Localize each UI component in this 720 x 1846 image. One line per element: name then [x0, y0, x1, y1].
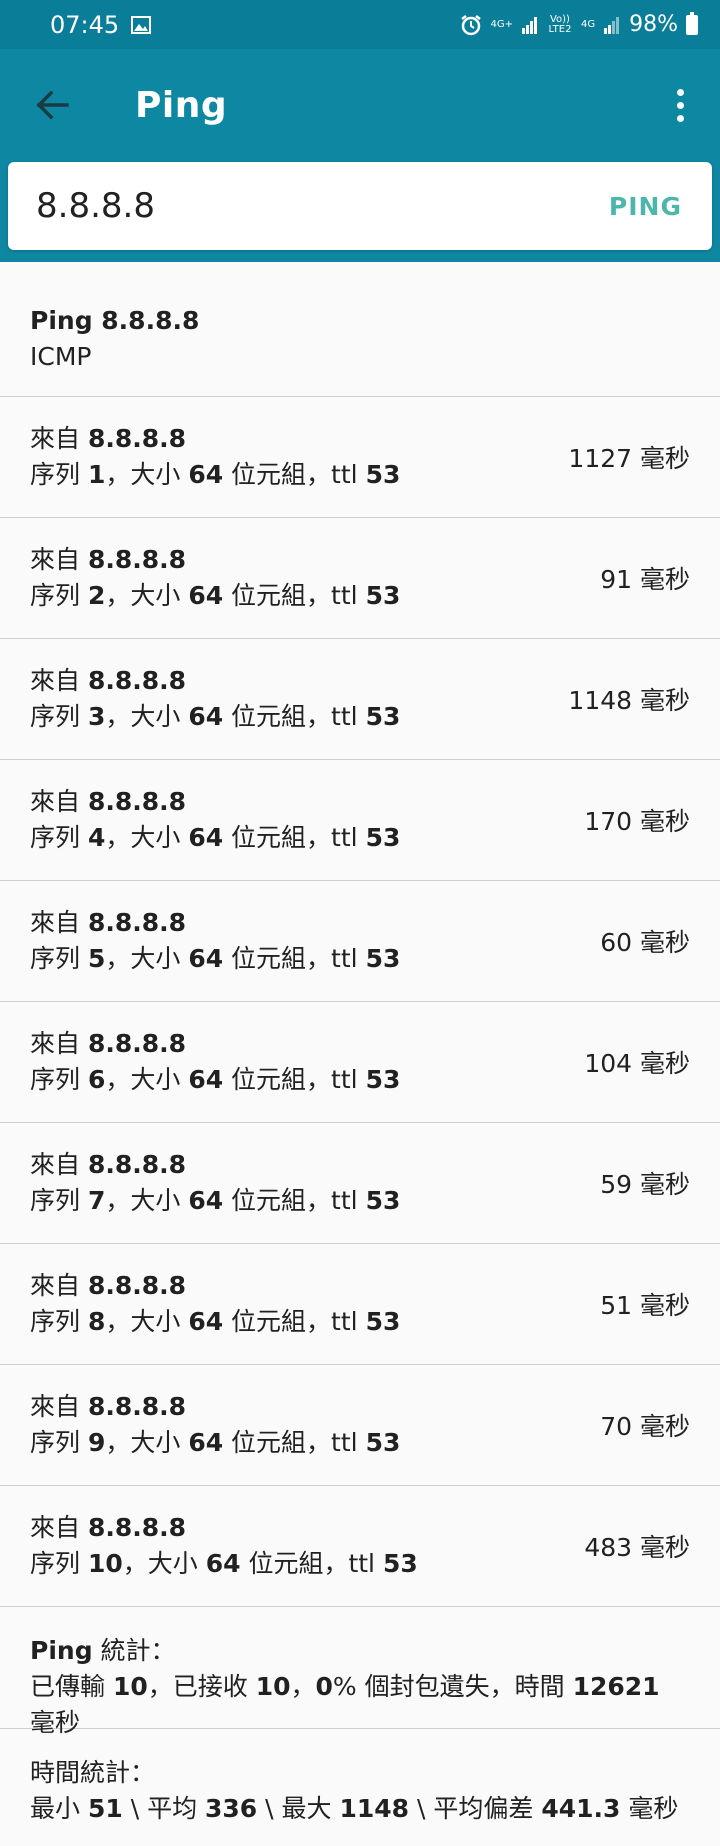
reply-info: 來自 8.8.8.8 序列 7，大小 64 位元組，ttl 53	[30, 1147, 600, 1219]
ping-stats-summary: 已傳輸 10，已接收 10，0% 個封包遺失，時間 12621 毫秒	[30, 1672, 660, 1737]
reply-time: 59 毫秒	[600, 1170, 690, 1199]
reply-details: 序列 9，大小 64 位元組，ttl 53	[30, 1428, 401, 1457]
time-stats-summary: 最小 51 \ 平均 336 \ 最大 1148 \ 平均偏差 441.3 毫秒	[30, 1794, 679, 1823]
reply-row: 來自 8.8.8.8 序列 10，大小 64 位元組，ttl 53 483 毫秒	[0, 1486, 720, 1607]
network-type-label-2: 4G	[580, 18, 596, 30]
reply-rows: 來自 8.8.8.8 序列 1，大小 64 位元組，ttl 53 1127 毫秒 來自…	[0, 397, 720, 1607]
ping-header: Ping 8.8.8.8 ICMP	[0, 262, 720, 397]
reply-details: 序列 2，大小 64 位元組，ttl 53	[30, 581, 401, 610]
reply-info: 來自 8.8.8.8 序列 6，大小 64 位元組，ttl 53	[30, 1026, 584, 1098]
page-title: Ping	[135, 84, 228, 126]
search-card: PING	[8, 162, 712, 250]
reply-source: 來自 8.8.8.8	[30, 545, 187, 574]
host-input[interactable]	[36, 186, 609, 226]
reply-source: 來自 8.8.8.8	[30, 1392, 187, 1421]
reply-info: 來自 8.8.8.8 序列 1，大小 64 位元組，ttl 53	[30, 421, 568, 493]
battery-icon	[686, 11, 698, 35]
more-vert-icon[interactable]	[658, 75, 702, 135]
reply-row: 來自 8.8.8.8 序列 1，大小 64 位元組，ttl 53 1127 毫秒	[0, 397, 720, 518]
reply-source: 來自 8.8.8.8	[30, 908, 187, 937]
reply-info: 來自 8.8.8.8 序列 3，大小 64 位元組，ttl 53	[30, 663, 568, 735]
image-icon	[131, 15, 152, 34]
reply-details: 序列 5，大小 64 位元組，ttl 53	[30, 944, 401, 973]
reply-source: 來自 8.8.8.8	[30, 666, 187, 695]
arrow-back-icon[interactable]	[22, 75, 82, 135]
reply-source: 來自 8.8.8.8	[30, 787, 187, 816]
reply-row: 來自 8.8.8.8 序列 3，大小 64 位元組，ttl 53 1148 毫秒	[0, 639, 720, 760]
signal-icon	[521, 16, 539, 34]
network-type-label: 4G+	[490, 18, 513, 30]
reply-details: 序列 6，大小 64 位元組，ttl 53	[30, 1065, 401, 1094]
reply-details: 序列 4，大小 64 位元組，ttl 53	[30, 823, 401, 852]
reply-time: 51 毫秒	[600, 1291, 690, 1320]
reply-time: 483 毫秒	[584, 1533, 690, 1562]
ping-stats: Ping 統計： 已傳輸 10，已接收 10，0% 個封包遺失，時間 12621…	[0, 1607, 720, 1737]
time-stats-title: 時間統計：	[30, 1758, 156, 1787]
reply-time: 91 毫秒	[600, 565, 690, 594]
reply-info: 來自 8.8.8.8 序列 5，大小 64 位元組，ttl 53	[30, 905, 600, 977]
reply-row: 來自 8.8.8.8 序列 9，大小 64 位元組，ttl 53 70 毫秒	[0, 1365, 720, 1486]
volte-label: Vo)) LTE2	[548, 13, 572, 35]
reply-row: 來自 8.8.8.8 序列 2，大小 64 位元組，ttl 53 91 毫秒	[0, 518, 720, 639]
reply-row: 來自 8.8.8.8 序列 6，大小 64 位元組，ttl 53 104 毫秒	[0, 1002, 720, 1123]
reply-row: 來自 8.8.8.8 序列 8，大小 64 位元組，ttl 53 51 毫秒	[0, 1244, 720, 1365]
ping-stats-title: Ping 統計：	[30, 1636, 176, 1665]
battery-percent: 98%	[629, 12, 678, 37]
ping-target: Ping 8.8.8.8	[30, 306, 200, 335]
reply-source: 來自 8.8.8.8	[30, 1271, 187, 1300]
reply-time: 1127 毫秒	[568, 444, 690, 473]
reply-source: 來自 8.8.8.8	[30, 1513, 187, 1542]
reply-source: 來自 8.8.8.8	[30, 1029, 187, 1058]
reply-row: 來自 8.8.8.8 序列 7，大小 64 位元組，ttl 53 59 毫秒	[0, 1123, 720, 1244]
reply-details: 序列 3，大小 64 位元組，ttl 53	[30, 702, 401, 731]
status-time: 07:45	[50, 10, 120, 39]
ping-protocol: ICMP	[30, 342, 92, 371]
reply-source: 來自 8.8.8.8	[30, 1150, 187, 1179]
reply-time: 170 毫秒	[584, 807, 690, 836]
reply-info: 來自 8.8.8.8 序列 4，大小 64 位元組，ttl 53	[30, 784, 584, 856]
reply-info: 來自 8.8.8.8 序列 9，大小 64 位元組，ttl 53	[30, 1389, 600, 1461]
reply-time: 60 毫秒	[600, 928, 690, 957]
time-stats: 時間統計： 最小 51 \ 平均 336 \ 最大 1148 \ 平均偏差 44…	[0, 1729, 720, 1846]
app-bar: Ping	[0, 49, 720, 161]
reply-time: 104 毫秒	[584, 1049, 690, 1078]
reply-time: 1148 毫秒	[568, 686, 690, 715]
ping-button[interactable]: PING	[609, 192, 682, 221]
alarm-icon	[460, 14, 482, 36]
reply-details: 序列 10，大小 64 位元組，ttl 53	[30, 1549, 418, 1578]
search-area: PING	[0, 161, 720, 262]
reply-details: 序列 8，大小 64 位元組，ttl 53	[30, 1307, 401, 1336]
status-bar: 07:45 4G+ Vo)) LTE2 4G 98%	[0, 0, 720, 49]
reply-info: 來自 8.8.8.8 序列 10，大小 64 位元組，ttl 53	[30, 1510, 584, 1582]
results-list: Ping 8.8.8.8 ICMP 來自 8.8.8.8 序列 1，大小 64 位…	[0, 262, 720, 1846]
reply-info: 來自 8.8.8.8 序列 8，大小 64 位元組，ttl 53	[30, 1268, 600, 1340]
reply-source: 來自 8.8.8.8	[30, 424, 187, 453]
reply-details: 序列 1，大小 64 位元組，ttl 53	[30, 460, 401, 489]
reply-info: 來自 8.8.8.8 序列 2，大小 64 位元組，ttl 53	[30, 542, 600, 614]
reply-row: 來自 8.8.8.8 序列 4，大小 64 位元組，ttl 53 170 毫秒	[0, 760, 720, 881]
reply-details: 序列 7，大小 64 位元組，ttl 53	[30, 1186, 401, 1215]
signal-icon-2	[603, 16, 621, 34]
reply-time: 70 毫秒	[600, 1412, 690, 1441]
reply-row: 來自 8.8.8.8 序列 5，大小 64 位元組，ttl 53 60 毫秒	[0, 881, 720, 1002]
